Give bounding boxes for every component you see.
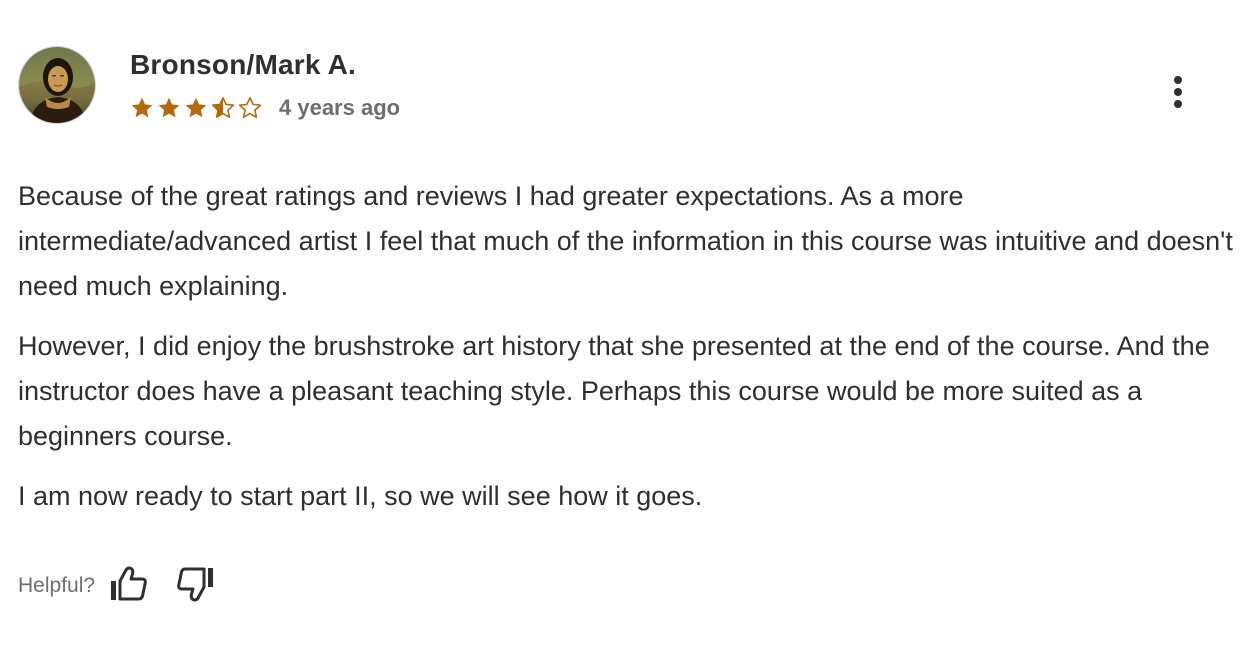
review-paragraph: Because of the great ratings and reviews…: [18, 181, 1233, 301]
review-body: Because of the great ratings and reviews…: [18, 174, 1233, 534]
review-paragraph: However, I did enjoy the brushstroke art…: [18, 331, 1210, 451]
star-icon-full: [130, 96, 154, 120]
review-timestamp: 4 years ago: [279, 95, 401, 120]
avatar: [18, 46, 96, 124]
avatar-image: [19, 47, 95, 123]
star-icon-full: [157, 96, 181, 120]
star-icon-empty: [238, 96, 262, 120]
thumbs-down-button[interactable]: [173, 566, 217, 606]
helpful-label: Helpful?: [18, 574, 96, 597]
star-icon-half: [211, 96, 235, 120]
rating-row: 4 years ago: [130, 94, 400, 122]
star-rating: [130, 96, 265, 120]
thumbs-up-icon: [109, 566, 149, 607]
thumbs-down-icon: [175, 566, 215, 607]
reviewer-name: Bronson/Mark A.: [130, 49, 356, 80]
more-options-button[interactable]: [1160, 72, 1196, 116]
more-vertical-icon: [1172, 74, 1184, 115]
review-paragraph: I am now ready to start part II, so we w…: [18, 481, 703, 511]
helpful-row: Helpful?: [18, 566, 217, 606]
thumbs-up-button[interactable]: [107, 566, 151, 606]
review-card: Bronson/Mark A. 4 years ago Because of t…: [0, 0, 1248, 666]
star-icon-full: [184, 96, 208, 120]
